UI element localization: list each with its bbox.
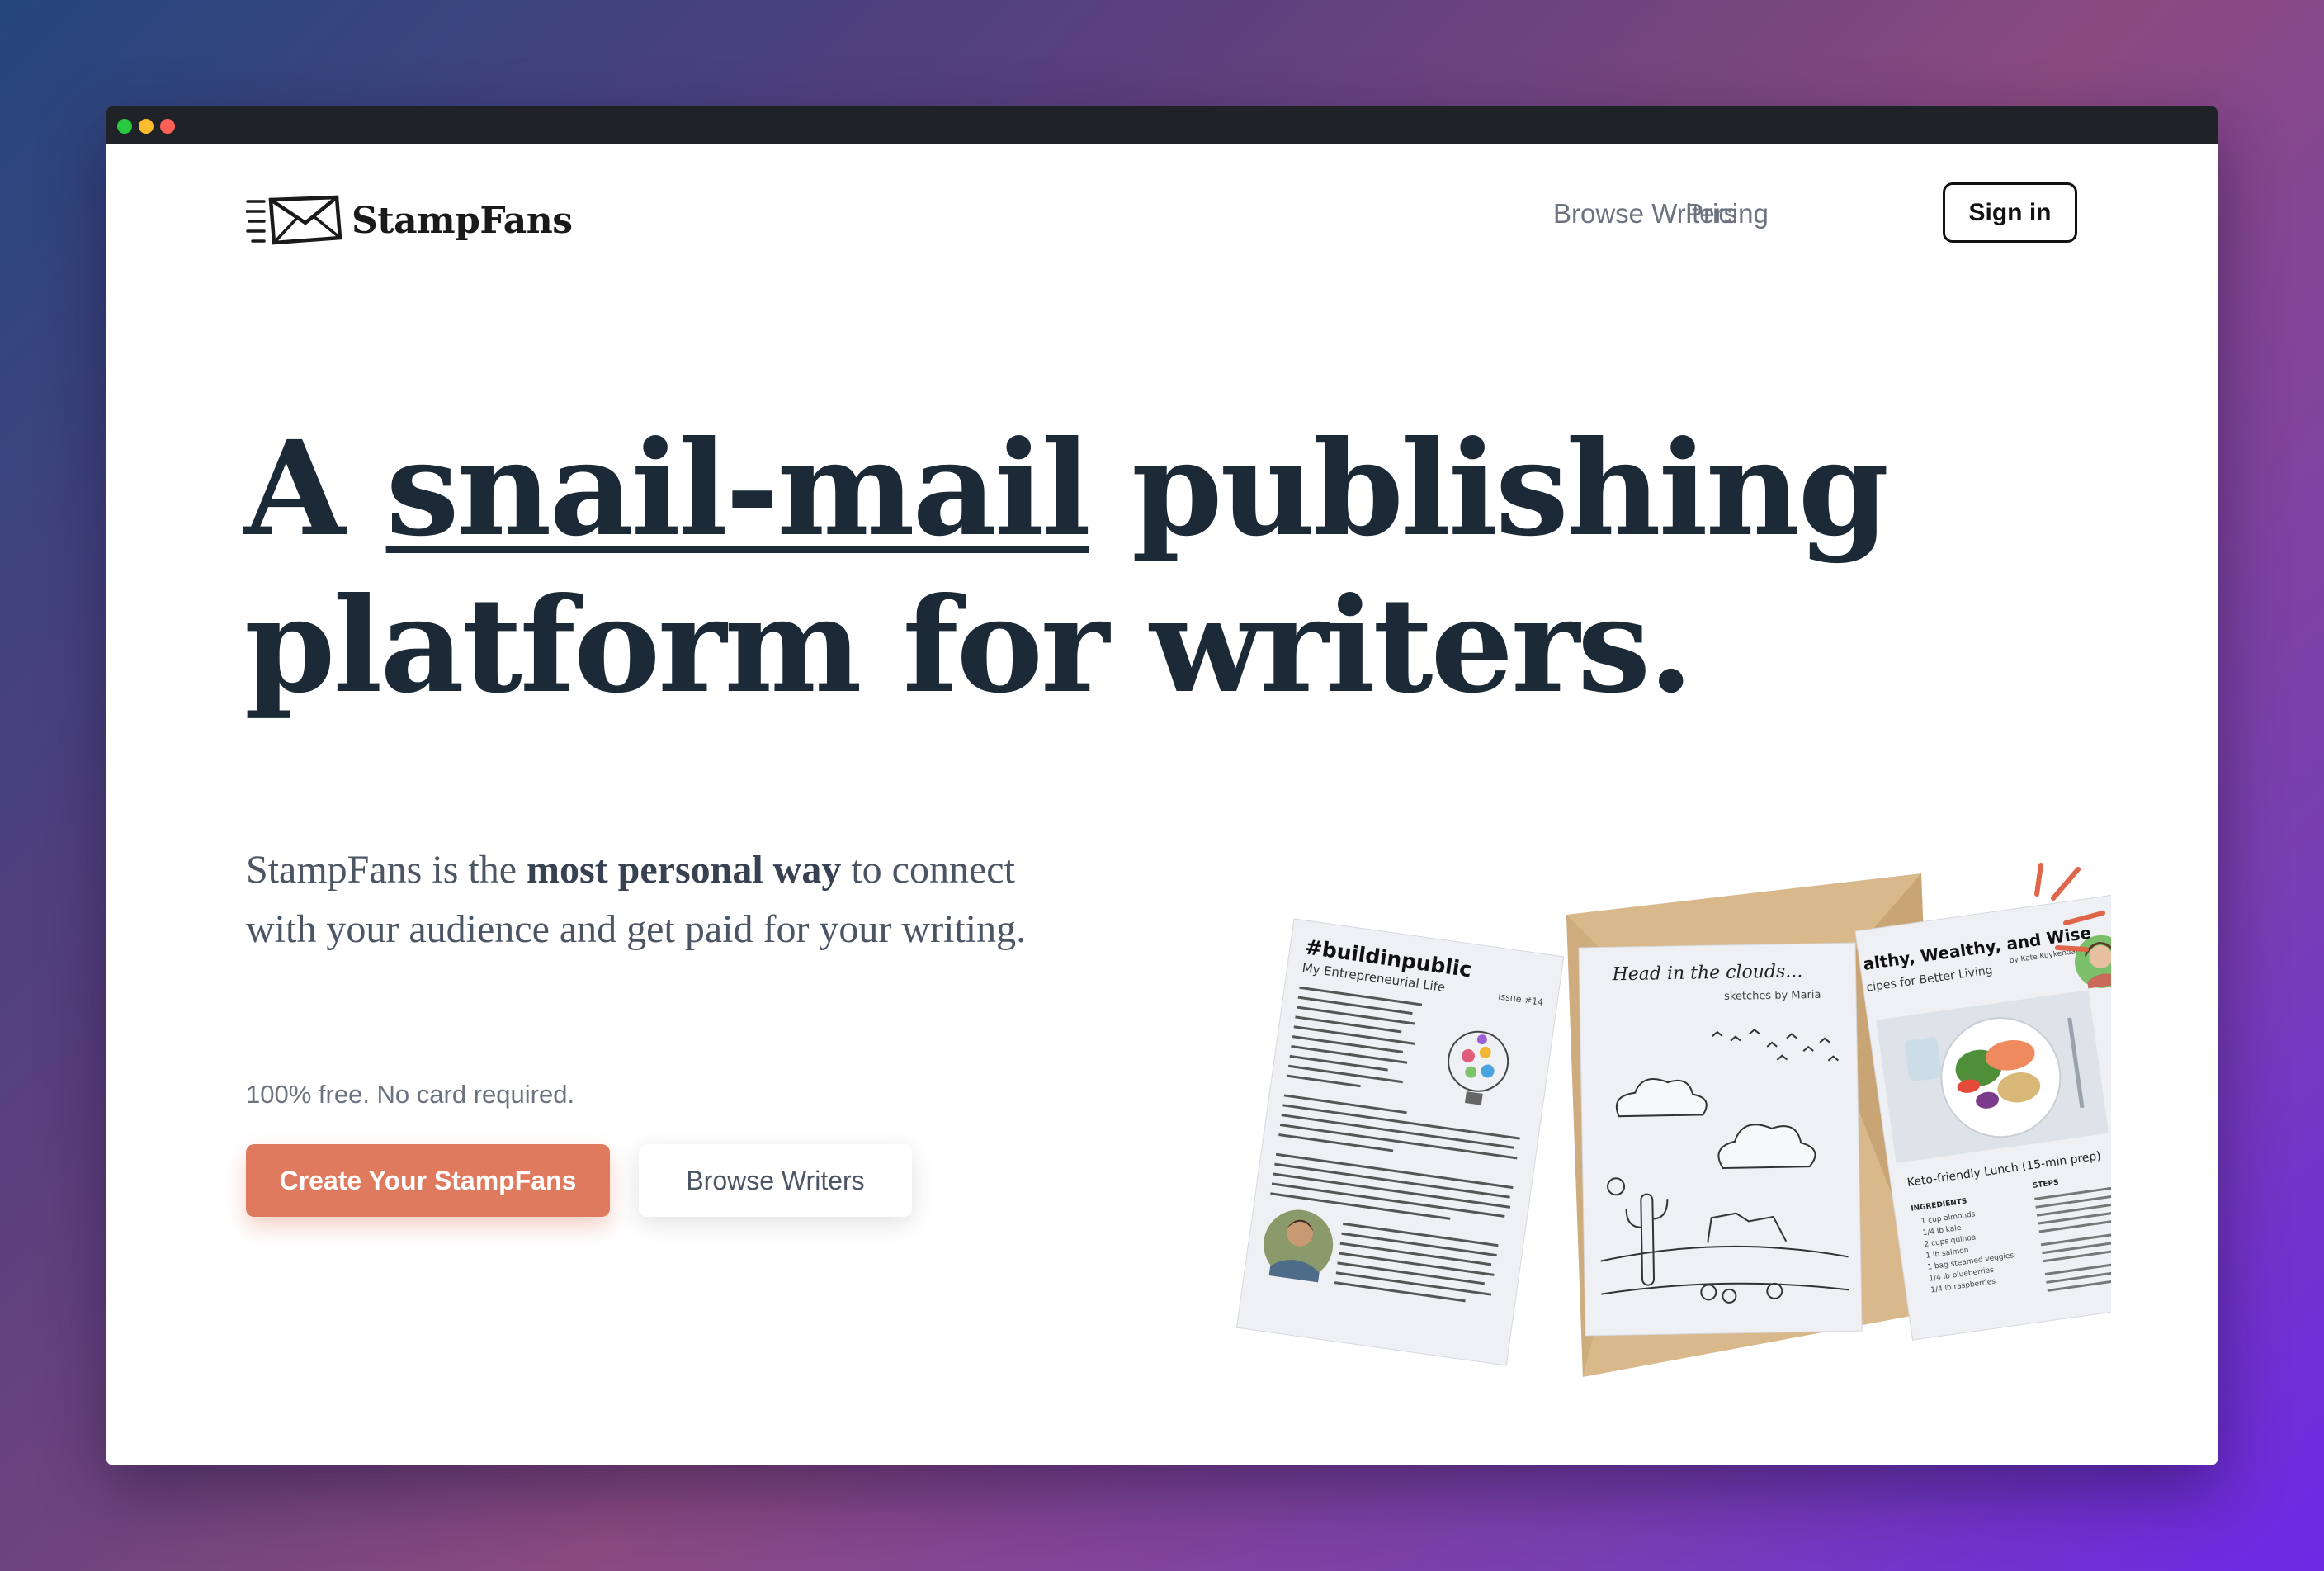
sign-in-button[interactable]: Sign in [1943, 182, 2077, 243]
food-photo [1876, 990, 2109, 1163]
browse-writers-button[interactable]: Browse Writers [639, 1144, 912, 1217]
window-close-button[interactable] [160, 119, 175, 134]
card2-title: Head in the clouds... [1611, 961, 1802, 985]
hero-headline: A snail-mail publishing platform for wri… [244, 411, 1895, 725]
hero-intro: StampFans is the most personal way to co… [246, 840, 1038, 959]
intro-pre: StampFans is the [246, 848, 527, 892]
headline-line2: platform for writers. [244, 570, 1693, 722]
window-maximize-button[interactable] [117, 119, 132, 134]
create-stampfans-button[interactable]: Create Your StampFans [246, 1144, 610, 1217]
fine-print: 100% free. No card required. [246, 1080, 575, 1109]
headline-underlined: snail-mail [385, 413, 1091, 565]
browser-window: StampFans Browse Writers Pricing Sign in… [106, 106, 2218, 1465]
brand-logo[interactable]: StampFans [246, 187, 573, 254]
headline-line1-post: publishing [1089, 413, 1889, 565]
window-minimize-button[interactable] [139, 119, 154, 134]
newsletter-card-clouds: Head in the clouds... sketches by Maria [1578, 942, 1863, 1337]
brand-name: StampFans [352, 199, 573, 242]
card2-subtitle: sketches by Maria [1724, 989, 1821, 1003]
nav-pricing-link[interactable]: Pricing [1685, 198, 1769, 229]
newsletter-card-buildinpublic: #buildinpublic My Entrepreneurial Life I… [1235, 918, 1565, 1366]
intro-bold: most personal way [527, 848, 842, 892]
headline-pre: A [244, 413, 386, 565]
envelope-speed-icon [246, 195, 342, 245]
window-titlebar [106, 106, 2218, 144]
newsletter-illustration: #buildinpublic My Entrepreneurial Life I… [1235, 863, 2111, 1377]
